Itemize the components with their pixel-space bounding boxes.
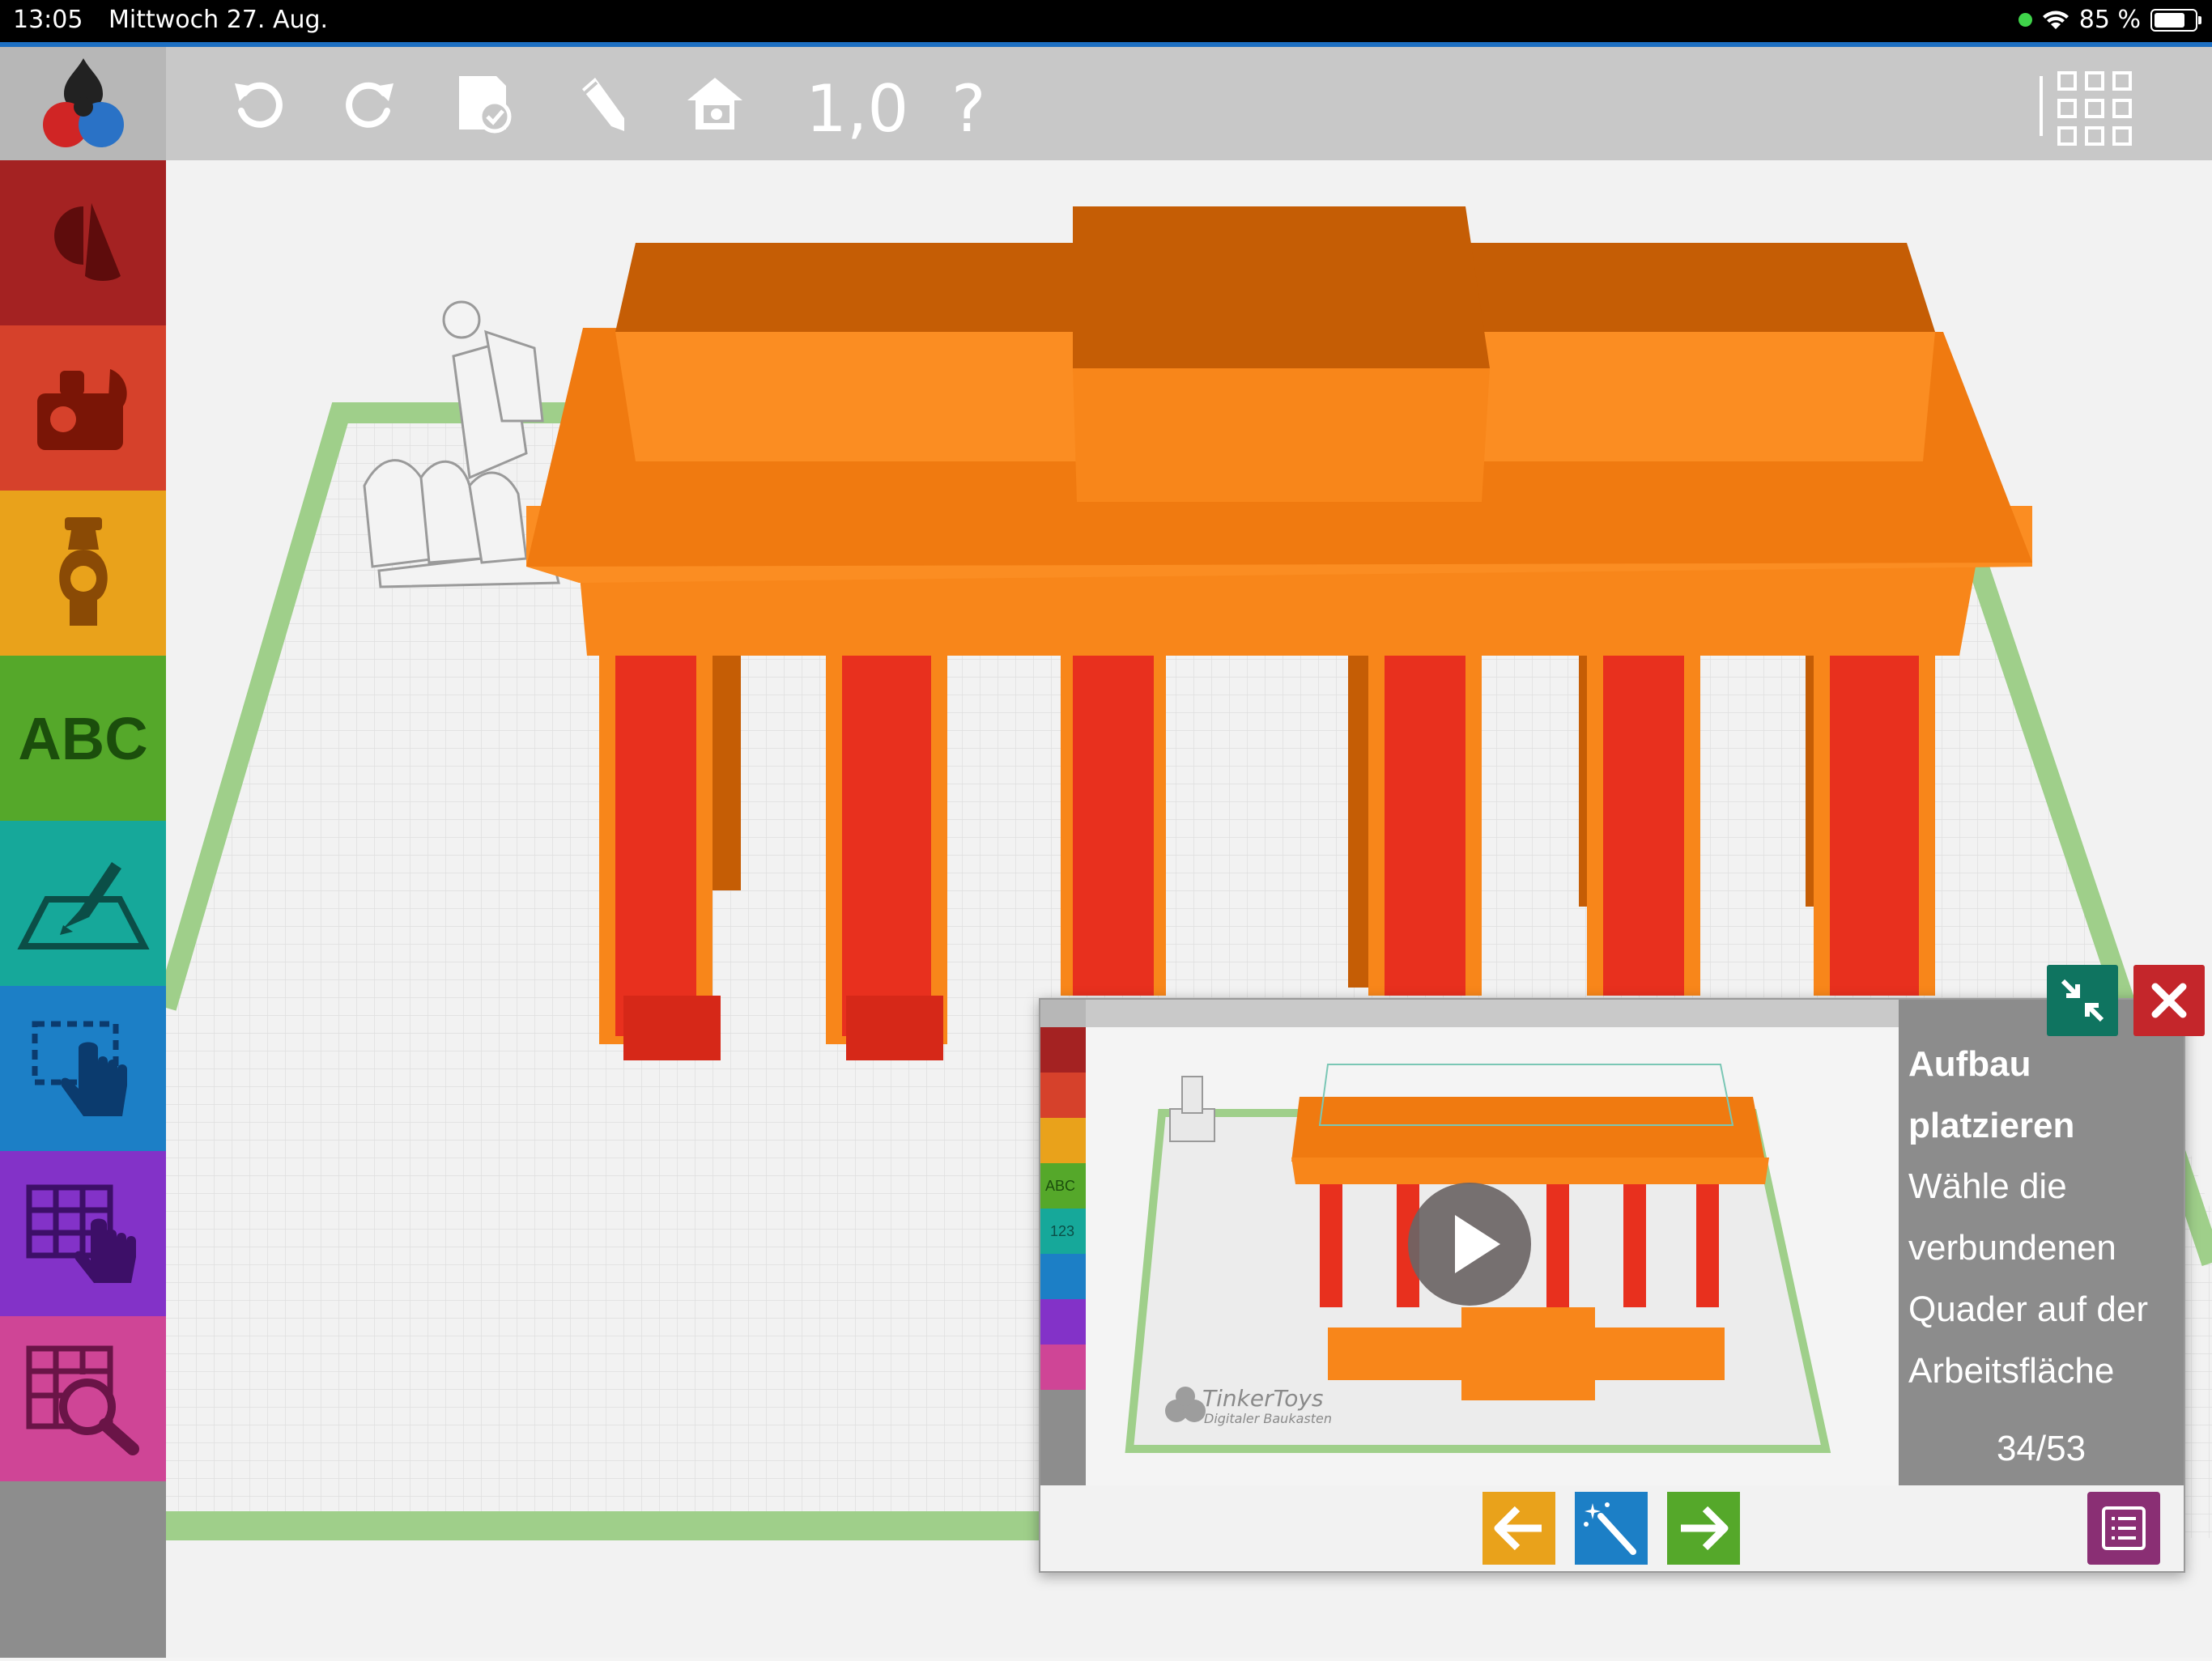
save-icon — [459, 76, 512, 134]
magic-wand-button[interactable] — [1575, 1492, 1648, 1565]
next-step-button[interactable] — [1667, 1492, 1740, 1565]
toolbar-divider — [2040, 76, 2043, 136]
tutorial-description: Wähle die verbundenen Quader auf der Arb… — [1908, 1166, 2148, 1391]
magic-wand-icon — [1584, 1502, 1636, 1555]
sidebar-item-figures[interactable] — [0, 491, 166, 656]
watermark-title: TinkerToys — [1202, 1385, 1324, 1412]
shrink-arrows-icon — [2061, 979, 2104, 1022]
tutorial-text-panel: Aufbau platzieren Wähle die verbundenen … — [1899, 1000, 2184, 1485]
select-hand-icon — [32, 1021, 127, 1116]
menu-grid-button[interactable] — [2054, 68, 2135, 149]
tutorial-video-frame — [1040, 1000, 1899, 1485]
sidebar-item-select[interactable] — [0, 986, 166, 1151]
tutorial-popup: ABC 123 TinkerToys Digitaler Baukasten A… — [1039, 998, 2185, 1573]
arrow-left-icon — [1494, 1506, 1542, 1551]
battery-percentage: 85 % — [2078, 6, 2141, 34]
redo-icon — [346, 82, 393, 128]
tutorial-title: Aufbau platzieren — [1908, 1044, 2075, 1145]
arrow-right-icon — [1681, 1506, 1729, 1551]
vase-figure-icon — [58, 517, 108, 626]
app-logo-button[interactable] — [0, 47, 166, 160]
minimize-tutorial-button[interactable] — [2047, 965, 2118, 1036]
grid-hand-icon — [26, 1184, 136, 1283]
battery-icon — [2150, 8, 2201, 32]
wifi-icon — [2042, 11, 2069, 29]
undo-icon — [235, 82, 283, 128]
sidebar-item-parts[interactable] — [0, 325, 166, 491]
mini-123-label: 123 — [1050, 1223, 1075, 1239]
shapes-icon — [53, 203, 121, 281]
tutorial-list-button[interactable] — [2087, 1492, 2160, 1565]
zoom-level[interactable]: 1,0 — [806, 71, 908, 147]
previous-step-button[interactable] — [1482, 1492, 1555, 1565]
help-button[interactable]: ? — [951, 71, 985, 147]
undo-button[interactable] — [224, 70, 292, 138]
mini-sidebar-colors — [1040, 1027, 1086, 1390]
text-tool-label: ABC — [18, 704, 148, 772]
grid-menu-icon — [2057, 71, 2132, 146]
edit-button[interactable] — [567, 70, 635, 138]
list-icon — [2102, 1506, 2146, 1550]
pencil-icon — [582, 78, 624, 131]
tutorial-video[interactable]: ABC 123 TinkerToys Digitaler Baukasten — [1040, 1000, 1899, 1485]
sidebar-item-grid-select[interactable] — [0, 1151, 166, 1316]
sidebar: ABC — [0, 47, 166, 1658]
redo-button[interactable] — [336, 70, 404, 138]
app-logo-icon — [42, 58, 124, 147]
sidebar-item-sketch[interactable] — [0, 821, 166, 986]
status-date: Mittwoch 27. Aug. — [108, 6, 329, 34]
sidebar-item-text[interactable]: ABC — [0, 656, 166, 821]
close-icon — [2151, 983, 2187, 1018]
watermark-subtitle: Digitaler Baukasten — [1204, 1411, 1332, 1426]
zoom-grid-icon — [26, 1345, 139, 1455]
status-bar: 13:05 Mittwoch 27. Aug. 85 % — [0, 0, 2212, 42]
home-view-button[interactable] — [681, 70, 749, 138]
sidebar-item-shapes[interactable] — [0, 160, 166, 325]
tutorial-step-counter: 34/53 — [1996, 1429, 2087, 1468]
home-camera-icon — [687, 78, 742, 130]
sketch-plane-icon — [16, 862, 150, 949]
status-time: 13:05 — [13, 6, 83, 34]
close-tutorial-button[interactable] — [2133, 965, 2205, 1036]
sidebar-item-zoom[interactable] — [0, 1316, 166, 1481]
save-button[interactable] — [451, 70, 519, 138]
top-toolbar: 1,0 ? — [166, 47, 2212, 160]
puzzle-brick-icon — [36, 369, 127, 450]
mic-indicator-icon — [2018, 13, 2032, 27]
mini-abc-label: ABC — [1045, 1178, 1076, 1194]
